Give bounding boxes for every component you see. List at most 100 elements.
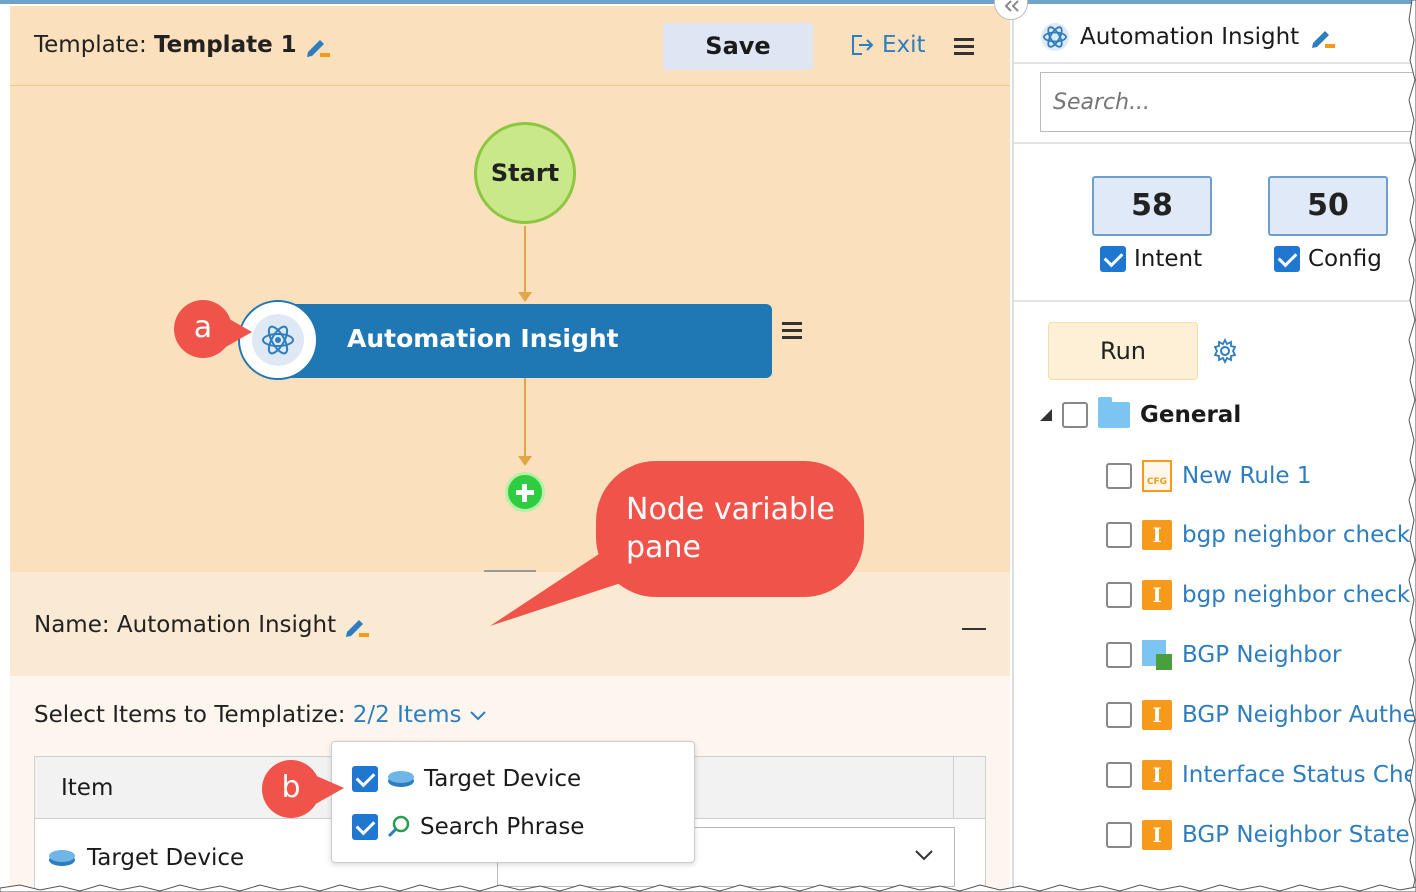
intent-table-icon bbox=[1142, 640, 1172, 670]
rule-item[interactable]: I bgp neighbor check bbox=[1106, 520, 1410, 550]
node-menu-icon[interactable] bbox=[782, 322, 802, 340]
editor-toolbar: Template: Template 1 Save Exit bbox=[10, 6, 1010, 86]
rule-label: BGP Neighbor Authe bbox=[1182, 702, 1416, 728]
rule-item[interactable]: CFG New Rule 1 bbox=[1106, 460, 1312, 492]
rule-label: BGP Neighbor bbox=[1182, 642, 1342, 668]
collapse-pane-button[interactable] bbox=[962, 628, 986, 630]
config-count-badge: 50 bbox=[1268, 176, 1388, 236]
edit-pencil-icon[interactable] bbox=[304, 33, 330, 59]
table-row: Target Device bbox=[47, 845, 244, 871]
intent-icon: I bbox=[1142, 700, 1172, 730]
panel-title-label: Automation Insight bbox=[1080, 24, 1300, 50]
checkbox[interactable] bbox=[1106, 582, 1132, 608]
save-button[interactable]: Save bbox=[663, 23, 813, 70]
search-field[interactable] bbox=[1040, 72, 1416, 132]
chevron-down-icon bbox=[915, 850, 933, 861]
node-name-value: Automation Insight bbox=[116, 612, 337, 638]
checkbox[interactable] bbox=[352, 814, 378, 840]
search-input[interactable] bbox=[1041, 73, 1416, 131]
tree-folder-general[interactable]: General bbox=[1040, 397, 1242, 428]
rule-label: Interface Status Che bbox=[1182, 762, 1416, 788]
edit-pencil-icon[interactable] bbox=[1309, 24, 1336, 50]
start-node[interactable]: Start bbox=[474, 122, 576, 224]
intent-icon: I bbox=[1142, 820, 1172, 850]
node-variable-pane-note: Node variable pane bbox=[596, 461, 864, 597]
intent-count-badge: 58 bbox=[1092, 176, 1212, 236]
router-icon bbox=[388, 771, 414, 787]
rule-label: New Rule 1 bbox=[1182, 463, 1312, 489]
template-prefix: Template: bbox=[34, 32, 147, 58]
connector-line bbox=[524, 226, 526, 294]
gear-icon[interactable] bbox=[1212, 338, 1238, 364]
callout-a-pointer bbox=[224, 316, 252, 348]
rule-item[interactable]: I BGP Neighbor State bbox=[1106, 820, 1410, 850]
items-dropdown-menu: Target Device Search Phrase bbox=[331, 741, 695, 863]
rule-label: bgp neighbor check bbox=[1182, 582, 1411, 608]
template-name: Template 1 bbox=[154, 32, 297, 58]
rule-item[interactable]: BGP Neighbor bbox=[1106, 640, 1341, 670]
config-filter-checkbox[interactable]: Config bbox=[1274, 246, 1382, 272]
panel-title: Automation Insight bbox=[1040, 22, 1336, 52]
rule-item[interactable]: I BGP Neighbor Authe bbox=[1106, 700, 1416, 730]
checkbox[interactable] bbox=[1106, 702, 1132, 728]
connector-line bbox=[524, 378, 526, 458]
column-header-item: Item bbox=[61, 775, 114, 801]
intent-icon: I bbox=[1142, 520, 1172, 550]
edit-pencil-icon[interactable] bbox=[343, 613, 370, 639]
select-items-label: Select Items to Templatize: bbox=[34, 702, 346, 728]
checkbox[interactable] bbox=[1106, 463, 1132, 489]
divider bbox=[1014, 142, 1416, 144]
cfg-file-icon: CFG bbox=[1142, 460, 1172, 492]
select-items-row: Select Items to Templatize: 2/2 Items bbox=[34, 702, 487, 728]
dropdown-item-target-device[interactable]: Target Device bbox=[352, 764, 581, 794]
exit-icon bbox=[852, 35, 874, 55]
checkbox[interactable] bbox=[1100, 246, 1126, 272]
folder-icon bbox=[1098, 397, 1130, 428]
top-accent-bar bbox=[0, 0, 1416, 4]
intent-icon: I bbox=[1142, 580, 1172, 610]
exit-button[interactable]: Exit bbox=[850, 32, 926, 58]
callout-b-pointer bbox=[312, 774, 344, 806]
divider bbox=[1014, 62, 1416, 64]
checkbox[interactable] bbox=[1274, 246, 1300, 272]
checkbox[interactable] bbox=[1106, 642, 1132, 668]
menu-hamburger-icon[interactable] bbox=[954, 38, 974, 56]
rule-item[interactable]: I bgp neighbor check bbox=[1106, 580, 1410, 610]
exit-label: Exit bbox=[882, 32, 926, 58]
automation-insight-panel: Automation Insight 58 Intent 50 Config R… bbox=[1012, 6, 1416, 892]
divider bbox=[1014, 300, 1416, 302]
checkbox[interactable] bbox=[352, 766, 378, 792]
name-prefix: Name: bbox=[34, 612, 110, 638]
node-name-row: Name: Automation Insight bbox=[34, 612, 370, 639]
rule-item[interactable]: I Interface Status Che bbox=[1106, 760, 1416, 790]
app-frame: Template: Template 1 Save Exit Start Aut… bbox=[0, 0, 1416, 892]
chevron-down-icon bbox=[470, 711, 486, 721]
router-icon bbox=[49, 850, 75, 866]
config-label: Config bbox=[1308, 246, 1382, 272]
node-label: Automation Insight bbox=[347, 324, 619, 353]
connector-arrow bbox=[518, 456, 532, 466]
rule-label: bgp neighbor check bbox=[1182, 522, 1411, 548]
checkbox[interactable] bbox=[1062, 402, 1088, 428]
row-item-label: Target Device bbox=[87, 845, 245, 871]
intent-icon: I bbox=[1142, 760, 1172, 790]
items-dropdown-toggle[interactable]: 2/2 Items bbox=[353, 702, 487, 728]
folder-label: General bbox=[1140, 402, 1242, 428]
collapse-triangle-icon[interactable] bbox=[1040, 409, 1052, 421]
intent-label: Intent bbox=[1134, 246, 1203, 272]
automation-insight-node[interactable]: Automation Insight bbox=[262, 304, 772, 378]
checkbox[interactable] bbox=[1106, 762, 1132, 788]
rule-label: BGP Neighbor State bbox=[1182, 822, 1410, 848]
dropdown-item-label: Target Device bbox=[424, 766, 582, 792]
intent-filter-checkbox[interactable]: Intent bbox=[1100, 246, 1202, 272]
checkbox[interactable] bbox=[1106, 822, 1132, 848]
note-line-1: Node variable bbox=[626, 492, 835, 527]
dropdown-item-search-phrase[interactable]: Search Phrase bbox=[352, 812, 584, 842]
automation-insight-icon bbox=[1041, 23, 1069, 51]
connector-arrow bbox=[518, 292, 532, 302]
checkbox[interactable] bbox=[1106, 522, 1132, 548]
add-node-button[interactable] bbox=[505, 472, 545, 512]
run-button[interactable]: Run bbox=[1048, 322, 1198, 380]
torn-edge bbox=[1408, 0, 1416, 892]
dropdown-item-label: Search Phrase bbox=[420, 814, 585, 840]
